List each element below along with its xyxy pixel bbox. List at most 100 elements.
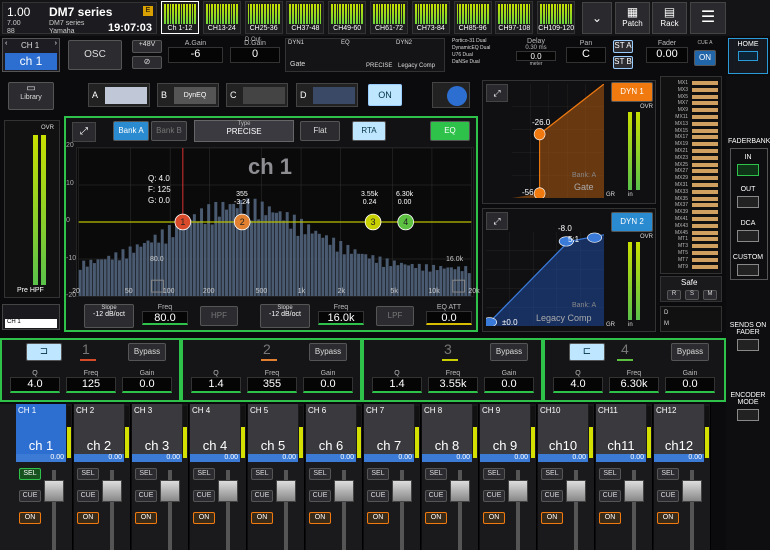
channel-strip[interactable]: CH 7 ch 7 0.00 SEL CUE ON bbox=[364, 404, 421, 550]
band-freq-control[interactable]: Freq 6.30k bbox=[609, 370, 659, 398]
band-freq-control[interactable]: Freq 3.55k bbox=[428, 370, 478, 398]
sel-button[interactable]: SEL bbox=[193, 468, 215, 480]
mix-bus-send-bar[interactable] bbox=[692, 196, 718, 201]
channel-strip[interactable]: CH 4 ch 4 0.00 SEL CUE ON bbox=[190, 404, 247, 550]
sel-button[interactable]: SEL bbox=[19, 468, 41, 480]
bank-button[interactable]: CH97-108 bbox=[495, 1, 534, 34]
mix-bus-send-bar[interactable] bbox=[692, 169, 718, 174]
mix-bus-send-bar[interactable] bbox=[692, 264, 718, 269]
cue-button[interactable]: CUE bbox=[599, 490, 621, 502]
mix-bus-send-bar[interactable] bbox=[692, 121, 718, 126]
plugin-icon-button[interactable] bbox=[432, 82, 470, 108]
eq-type-select[interactable]: Type PRECISE bbox=[194, 120, 294, 142]
dyn1-expand-button[interactable]: ⤢ bbox=[486, 84, 508, 102]
cue-button[interactable]: CUE bbox=[483, 490, 505, 502]
bank-button[interactable]: CH25-36 bbox=[244, 1, 283, 34]
band-bypass-button[interactable]: Bypass bbox=[128, 343, 166, 361]
dyn-handle[interactable] bbox=[533, 128, 546, 141]
delay-control[interactable]: Delay 0.30 ms 0.0 meter bbox=[516, 38, 556, 72]
sel-button[interactable]: SEL bbox=[251, 468, 273, 480]
band-freq-control[interactable]: Freq 125 bbox=[66, 370, 116, 398]
mix-bus-send-bar[interactable] bbox=[692, 257, 718, 262]
sends-on-fader-button[interactable]: SENDS ON FADER bbox=[728, 322, 768, 351]
channel-strip[interactable]: CH12 ch12 0.00 SEL CUE ON bbox=[654, 404, 711, 550]
strip-header[interactable]: CH 8 ch 8 0.00 bbox=[422, 404, 472, 462]
mix-bus-send-bar[interactable] bbox=[692, 149, 718, 153]
on-button[interactable]: ON bbox=[599, 512, 621, 524]
phase-button[interactable]: ⊘ bbox=[132, 56, 162, 69]
on-button[interactable]: ON bbox=[251, 512, 273, 524]
cue-button[interactable]: CUE bbox=[425, 490, 447, 502]
insert-slot-b[interactable]: B DynEQ bbox=[157, 83, 219, 107]
bank-button[interactable]: CH61-72 bbox=[370, 1, 408, 34]
band-q-control[interactable]: Q 4.0 bbox=[10, 370, 60, 398]
bank-button[interactable]: CH109-120 bbox=[537, 1, 576, 34]
phantom-button[interactable]: +48V bbox=[132, 40, 162, 53]
eq-band-2-handle[interactable]: 2 bbox=[233, 213, 251, 231]
st-b-button[interactable]: ST B bbox=[613, 56, 633, 69]
mix-bus-send-bar[interactable] bbox=[692, 217, 718, 221]
band-gain-control[interactable]: Gain 0.0 bbox=[303, 370, 353, 398]
mix-bus-send-bar[interactable] bbox=[692, 81, 718, 85]
cue-button[interactable]: CUE bbox=[367, 490, 389, 502]
dyn1-graph[interactable] bbox=[512, 84, 604, 198]
strip-header[interactable]: CH 2 ch 2 0.00 bbox=[74, 404, 124, 462]
on-button[interactable]: ON bbox=[19, 512, 41, 524]
on-button[interactable]: ON bbox=[193, 512, 215, 524]
high-shelf-button[interactable]: ⊏ bbox=[569, 343, 605, 361]
expand-button[interactable]: ⤢ bbox=[72, 122, 96, 142]
sel-button[interactable]: SEL bbox=[367, 468, 389, 480]
menu-button[interactable]: ☰ bbox=[690, 2, 726, 34]
dyn2-button[interactable]: DYN 2 bbox=[611, 212, 653, 232]
eq-band-4-handle[interactable]: 4 bbox=[397, 213, 414, 231]
channel-strip[interactable]: CH 9 ch 9 0.00 SEL CUE ON bbox=[480, 404, 537, 550]
mix-bus-send-bar[interactable] bbox=[692, 210, 718, 215]
band-gain-control[interactable]: Gain 0.0 bbox=[665, 370, 715, 398]
mix-bus-send-bar[interactable] bbox=[692, 237, 718, 242]
cue-button[interactable]: CUE bbox=[193, 490, 215, 502]
strip-header[interactable]: CH 7 ch 7 0.00 bbox=[364, 404, 414, 462]
mix-bus-send-bar[interactable] bbox=[692, 162, 718, 167]
hpf-button[interactable]: HPF bbox=[200, 306, 238, 326]
sel-button[interactable]: SEL bbox=[77, 468, 99, 480]
on-button[interactable]: ON bbox=[657, 512, 679, 524]
dca-mute-panel[interactable]: D M bbox=[660, 306, 722, 332]
band-bypass-button[interactable]: Bypass bbox=[671, 343, 709, 361]
on-button[interactable]: ON bbox=[135, 512, 157, 524]
home-button[interactable]: HOME bbox=[728, 38, 768, 74]
sel-button[interactable]: SEL bbox=[309, 468, 331, 480]
channel-strip[interactable]: CH 1 ch 1 0.00 SEL CUE ON bbox=[16, 404, 73, 550]
fb-dca-button[interactable]: DCA bbox=[728, 220, 768, 242]
cue-button[interactable]: CUE bbox=[657, 490, 679, 502]
channel-strip[interactable]: CH 5 ch 5 0.00 SEL CUE ON bbox=[248, 404, 305, 550]
st-a-button[interactable]: ST A bbox=[613, 40, 633, 53]
fader-knob[interactable] bbox=[624, 480, 644, 502]
encoder-mode-button[interactable]: ENCODER MODE bbox=[728, 392, 768, 421]
scene-display[interactable]: 1.00 DM7 series 7.00 88 DM7 series Yamaha … bbox=[2, 2, 157, 35]
mix-bus-send-bar[interactable] bbox=[692, 230, 718, 235]
fader-control[interactable]: Fader 0.00 bbox=[646, 40, 688, 70]
dyn-handle[interactable] bbox=[533, 187, 546, 198]
library-button[interactable]: ▭ Library bbox=[8, 82, 54, 110]
patch-button[interactable]: ▦ Patch bbox=[615, 2, 650, 34]
sel-button[interactable]: SEL bbox=[541, 468, 563, 480]
low-shelf-button[interactable]: ⊐ bbox=[26, 343, 62, 361]
fader-knob[interactable] bbox=[682, 480, 702, 502]
strip-header[interactable]: CH 6 ch 6 0.00 bbox=[306, 404, 356, 462]
fb-in-button[interactable]: IN bbox=[728, 154, 768, 176]
mix-bus-send-bar[interactable] bbox=[692, 142, 718, 147]
fader-knob[interactable] bbox=[102, 480, 122, 502]
mix-bus-send-bar[interactable] bbox=[692, 128, 718, 133]
channel-strip[interactable]: CH11 ch11 0.00 SEL CUE ON bbox=[596, 404, 653, 550]
band-q-control[interactable]: Q 1.4 bbox=[372, 370, 422, 398]
dyn2-expand-button[interactable]: ⤢ bbox=[486, 212, 508, 230]
mix-bus-send-bar[interactable] bbox=[692, 244, 718, 249]
fader-knob[interactable] bbox=[334, 480, 354, 502]
on-button[interactable]: ON bbox=[541, 512, 563, 524]
insert-on-button[interactable]: ON bbox=[368, 84, 402, 106]
mix-bus-send-bar[interactable] bbox=[692, 251, 718, 255]
safe-s-button[interactable]: S bbox=[685, 290, 699, 300]
cue-button[interactable]: CUE bbox=[19, 490, 41, 502]
bank-b-button[interactable]: Bank B bbox=[151, 121, 187, 141]
strip-header[interactable]: CH 1 ch 1 0.00 bbox=[16, 404, 66, 462]
